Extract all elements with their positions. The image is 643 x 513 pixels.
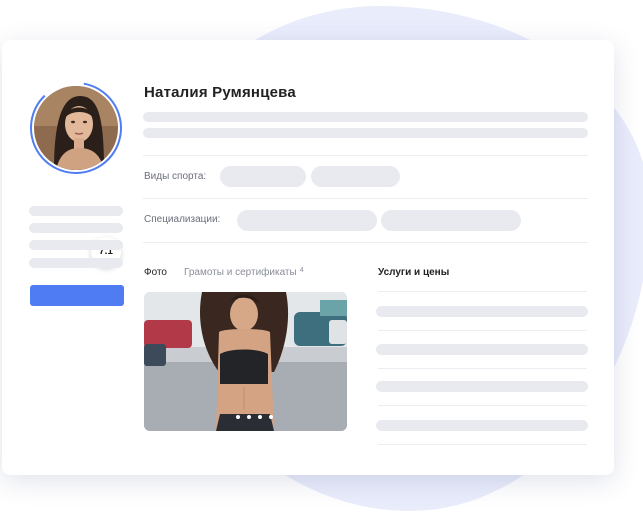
specialization-tag[interactable] bbox=[381, 210, 521, 231]
services-title: Услуги и цены bbox=[378, 267, 450, 278]
pagination-dot[interactable] bbox=[258, 415, 262, 419]
service-row bbox=[376, 420, 588, 431]
pagination-dot[interactable] bbox=[236, 415, 240, 419]
specializations-label: Специализации: bbox=[144, 214, 221, 225]
divider bbox=[378, 330, 587, 331]
divider bbox=[143, 242, 588, 243]
sports-label: Виды спорта: bbox=[144, 171, 207, 182]
avatar[interactable] bbox=[34, 86, 118, 170]
gallery-pagination bbox=[236, 415, 276, 421]
skeleton-line bbox=[29, 206, 123, 216]
skeleton-line bbox=[143, 128, 588, 138]
service-row bbox=[376, 344, 588, 355]
divider bbox=[143, 155, 588, 156]
divider bbox=[378, 444, 587, 445]
avatar-container: 7.1 bbox=[29, 81, 123, 267]
specialization-tag[interactable] bbox=[237, 210, 377, 231]
certificates-count: 4 bbox=[299, 267, 304, 274]
skeleton-line bbox=[29, 258, 123, 268]
tab-photo[interactable]: Фото bbox=[144, 267, 167, 278]
tab-certificates[interactable]: Грамоты и сертификаты 4 bbox=[184, 267, 304, 278]
contact-button[interactable] bbox=[30, 285, 124, 306]
skeleton-line bbox=[143, 112, 588, 122]
divider bbox=[378, 368, 587, 369]
pagination-dot[interactable] bbox=[247, 415, 251, 419]
divider bbox=[143, 198, 588, 199]
pagination-dot[interactable] bbox=[269, 415, 273, 419]
sport-tag[interactable] bbox=[311, 166, 400, 187]
sport-tag[interactable] bbox=[220, 166, 306, 187]
skeleton-line bbox=[29, 223, 123, 233]
service-row bbox=[376, 306, 588, 317]
tab-certificates-label: Грамоты и сертификаты bbox=[184, 267, 297, 278]
trainer-name: Наталия Румянцева bbox=[144, 84, 296, 101]
service-row bbox=[376, 381, 588, 392]
divider bbox=[378, 405, 587, 406]
gallery-photo[interactable] bbox=[144, 292, 347, 431]
divider bbox=[378, 291, 587, 292]
skeleton-line bbox=[29, 240, 123, 250]
